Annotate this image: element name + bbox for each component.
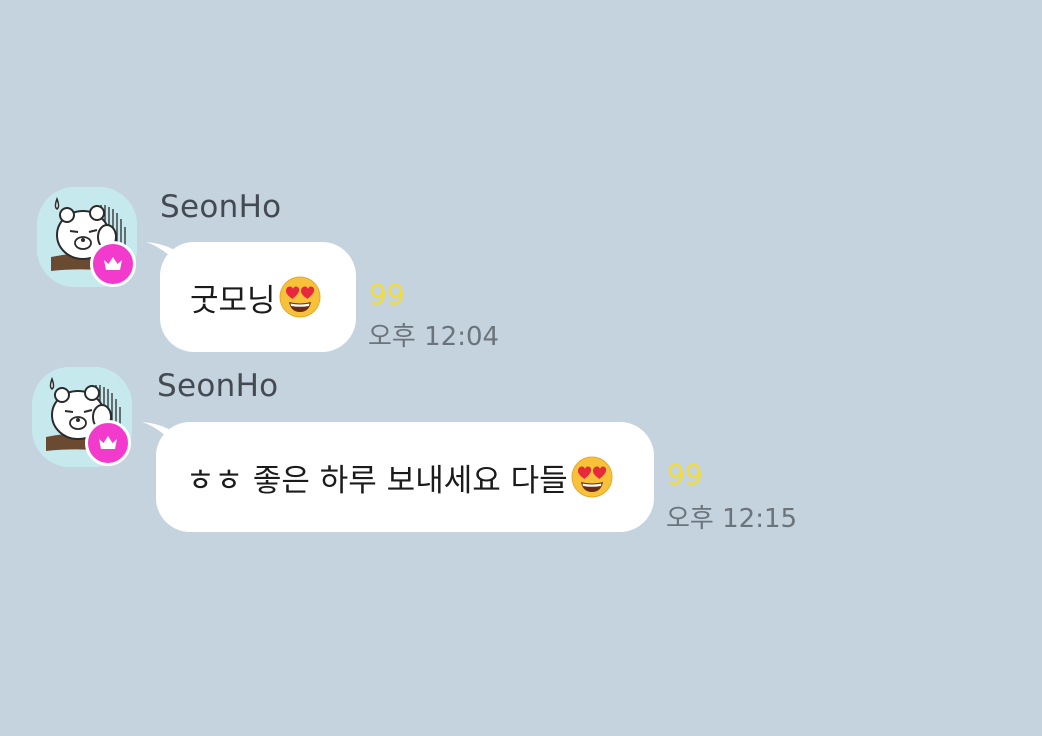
sender-name: SeonHo [160, 189, 282, 225]
message-time: 오후 12:04 [368, 322, 500, 352]
message-text: 굿모닝 [190, 282, 276, 319]
sender-name: SeonHo [157, 368, 279, 404]
unread-count: 99 [369, 278, 405, 311]
message-text: ㅎㅎ 좋은 하루 보내세요 다들 [186, 462, 568, 499]
heart-eyes-emoji-icon [278, 275, 322, 319]
bubble-tail [146, 242, 180, 266]
bubble-tail [142, 422, 176, 446]
message-time: 오후 12:15 [666, 504, 798, 534]
message-bubble[interactable]: ㅎㅎ 좋은 하루 보내세요 다들 [156, 422, 654, 532]
message-bubble[interactable]: 굿모닝 [160, 242, 356, 352]
unread-count: 99 [667, 458, 703, 491]
crown-icon [85, 420, 131, 466]
heart-eyes-emoji-icon [570, 455, 614, 499]
crown-icon [90, 241, 136, 287]
chat-room: SeonHo 굿모닝 99 오후 12:04 SeonHo ㅎㅎ 좋은 하루 보… [0, 0, 1042, 736]
